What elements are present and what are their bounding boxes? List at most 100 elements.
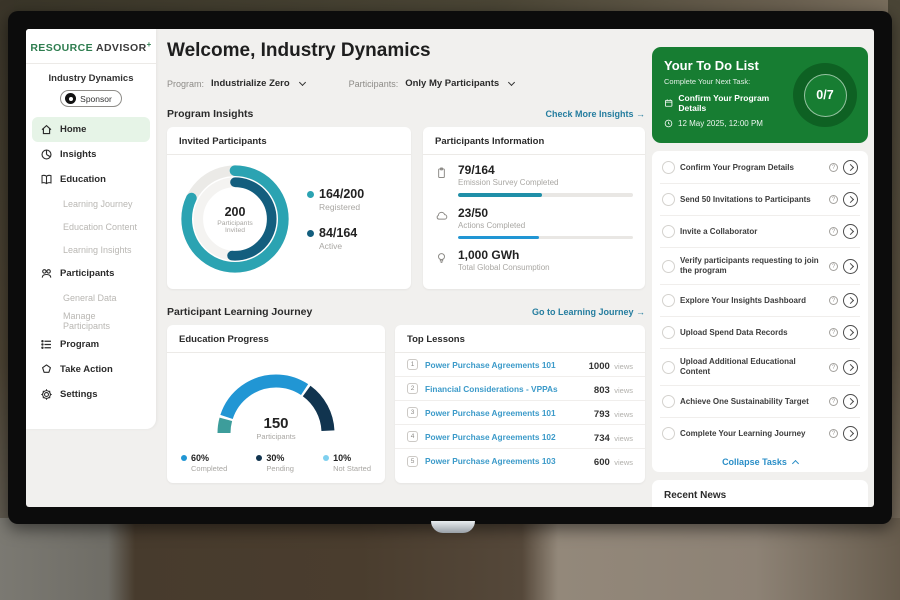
app-window: RESOURCE ADVISOR+ Industry Dynamics Spon…: [26, 29, 874, 507]
sidebar-item-program[interactable]: Program: [32, 332, 150, 357]
task-row[interactable]: Confirm Your Program Details: [660, 152, 860, 184]
sidebar-item-participants[interactable]: Participants: [32, 261, 150, 286]
insights-icon: [40, 148, 53, 161]
sponsor-icon: [65, 93, 76, 104]
chevron-right-icon[interactable]: [843, 224, 858, 239]
settings-gear-icon: [40, 388, 53, 401]
task-checkbox[interactable]: [662, 395, 675, 408]
info-icon[interactable]: [829, 363, 838, 372]
section-title: Participant Learning Journey: [167, 306, 312, 318]
sidebar-item-label: Program: [60, 339, 99, 350]
metric-actions: 23/50 Actions Completed: [435, 206, 633, 230]
sidebar-item-home[interactable]: Home: [32, 117, 150, 142]
clipboard-icon: [435, 166, 448, 180]
task-checkbox[interactable]: [662, 193, 675, 206]
sidebar-item-label: Home: [60, 124, 86, 135]
task-checkbox[interactable]: [662, 326, 675, 339]
chevron-right-icon[interactable]: [843, 160, 858, 175]
sponsor-badge[interactable]: Sponsor: [60, 90, 122, 107]
legend-dot: [307, 191, 314, 198]
top-lessons-card: Top Lessons 1 Power Purchase Agreements …: [395, 325, 645, 483]
arrow-right-icon: →: [636, 109, 645, 119]
task-checkbox[interactable]: [662, 225, 675, 238]
education-progress-card: Education Progress 150 Participants 60% …: [167, 325, 385, 483]
lesson-row: 4 Power Purchase Agreements 102 734 view…: [395, 425, 645, 449]
program-filter-label: Program:: [167, 79, 204, 89]
program-list-icon: [40, 338, 53, 351]
legend-dot: [181, 455, 187, 461]
card-title: Participants Information: [423, 127, 645, 155]
lesson-views: 793 views: [594, 404, 633, 422]
task-row[interactable]: Send 50 Invitations to Participants: [660, 184, 860, 216]
sidebar-item-education-content[interactable]: Education Content: [32, 215, 150, 238]
chevron-right-icon[interactable]: [843, 394, 858, 409]
brand-logo: RESOURCE ADVISOR+: [26, 29, 156, 64]
lesson-views: 1000 views: [589, 356, 633, 374]
task-checkbox[interactable]: [662, 427, 675, 440]
task-row[interactable]: Verify participants requesting to join t…: [660, 248, 860, 285]
info-icon[interactable]: [829, 328, 838, 337]
sidebar-item-general-data[interactable]: General Data: [32, 286, 150, 309]
info-icon[interactable]: [829, 262, 838, 271]
task-row[interactable]: Achieve One Sustainability Target: [660, 386, 860, 418]
sponsor-label: Sponsor: [80, 94, 112, 104]
info-icon[interactable]: [829, 195, 838, 204]
sidebar-item-learning-insights[interactable]: Learning Insights: [32, 238, 150, 261]
lesson-link[interactable]: Financial Considerations - VPPAs: [425, 384, 587, 394]
chevron-right-icon[interactable]: [843, 426, 858, 441]
task-checkbox[interactable]: [662, 294, 675, 307]
page-title: Welcome, Industry Dynamics: [167, 40, 431, 62]
info-icon[interactable]: [829, 296, 838, 305]
chevron-right-icon[interactable]: [843, 325, 858, 340]
info-icon[interactable]: [829, 163, 838, 172]
task-checkbox[interactable]: [662, 161, 675, 174]
collapse-tasks-link[interactable]: Collapse Tasks: [660, 449, 860, 472]
sidebar-item-label: General Data: [63, 293, 117, 303]
chevron-right-icon[interactable]: [843, 293, 858, 308]
cloud-icon: [435, 209, 448, 222]
task-row[interactable]: Explore Your Insights Dashboard: [660, 285, 860, 317]
info-icon[interactable]: [829, 397, 838, 406]
metric-consumption: 1,000 GWh Total Global Consumption: [435, 248, 633, 272]
program-filter[interactable]: Program: Industrialize Zero: [167, 78, 305, 89]
todo-next-task: Confirm Your Program Details: [664, 93, 792, 113]
calendar-check-icon: [664, 98, 673, 108]
participants-filter[interactable]: Participants: Only My Participants: [349, 78, 515, 89]
task-checkbox[interactable]: [662, 361, 675, 374]
info-icon[interactable]: [829, 227, 838, 236]
sidebar-item-manage-participants[interactable]: Manage Participants: [32, 309, 150, 332]
chevron-right-icon[interactable]: [843, 259, 858, 274]
sidebar-item-take-action[interactable]: Take Action: [32, 357, 150, 382]
lesson-views: 600 views: [594, 452, 633, 470]
task-row[interactable]: Upload Additional Educational Content: [660, 349, 860, 386]
lesson-views: 803 views: [594, 380, 633, 398]
sidebar-item-settings[interactable]: Settings: [32, 382, 150, 407]
gauge-center-value: 150: [206, 415, 346, 432]
learning-journey-header: Participant Learning Journey Go to Learn…: [167, 306, 645, 318]
check-more-insights-link[interactable]: Check More Insights →: [545, 109, 645, 119]
task-row[interactable]: Upload Spend Data Records: [660, 317, 860, 349]
task-row[interactable]: Complete Your Learning Journey: [660, 418, 860, 449]
go-to-learning-journey-link[interactable]: Go to Learning Journey →: [532, 307, 645, 317]
sidebar-item-label: Settings: [60, 389, 97, 400]
donut-center-value: 200: [225, 205, 246, 219]
card-title: Top Lessons: [395, 325, 645, 353]
clock-icon: [664, 119, 673, 128]
sidebar-item-learning-journey[interactable]: Learning Journey: [32, 192, 150, 215]
sidebar-item-education[interactable]: Education: [32, 167, 150, 192]
lesson-link[interactable]: Power Purchase Agreements 101: [425, 360, 582, 370]
info-icon[interactable]: [829, 429, 838, 438]
lesson-link[interactable]: Power Purchase Agreements 103: [425, 456, 587, 466]
education-icon: [40, 173, 53, 186]
chevron-down-icon: [299, 79, 306, 86]
chevron-right-icon[interactable]: [843, 360, 858, 375]
lesson-link[interactable]: Power Purchase Agreements 101: [425, 408, 587, 418]
emission-progress-bar: [458, 193, 633, 197]
chevron-right-icon[interactable]: [843, 192, 858, 207]
task-checkbox[interactable]: [662, 260, 675, 273]
legend-registered: 164/200 Registered: [307, 187, 364, 212]
task-row[interactable]: Invite a Collaborator: [660, 216, 860, 248]
sidebar-item-label: Education Content: [63, 222, 137, 232]
sidebar-item-insights[interactable]: Insights: [32, 142, 150, 167]
lesson-link[interactable]: Power Purchase Agreements 102: [425, 432, 587, 442]
